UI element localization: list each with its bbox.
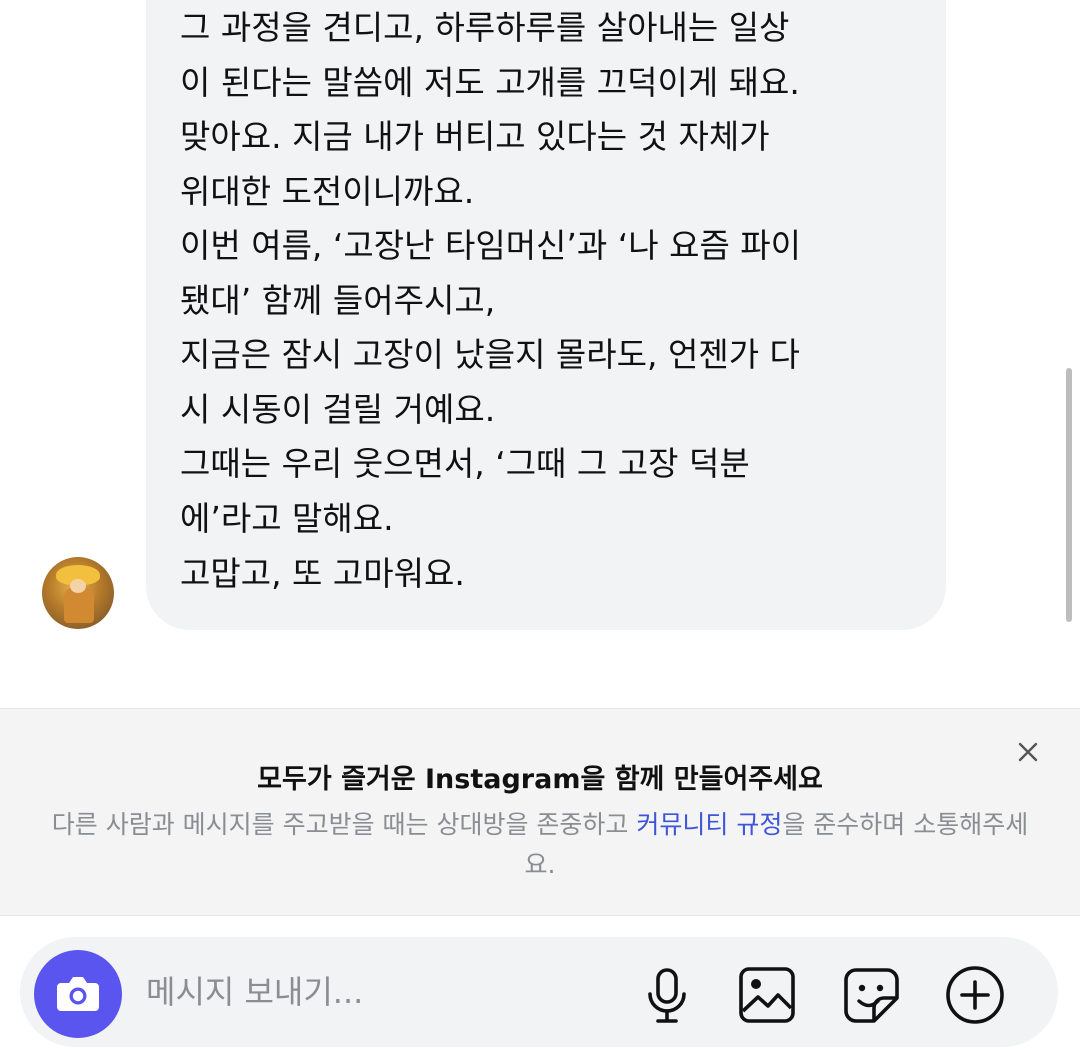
camera-icon <box>57 977 99 1011</box>
message-line: 위대한 도전이니까요. <box>180 172 475 211</box>
scrollbar[interactable] <box>1066 368 1072 622</box>
message-line: 시 시동이 걸릴 거예요. <box>180 390 496 429</box>
message-line: 그 과정을 견디고, 하루하루를 살아내는 일상 <box>180 8 790 47</box>
notice-body: 다른 사람과 메시지를 주고받을 때는 상대방을 존중하고 커뮤니티 규정을 준… <box>50 805 1030 885</box>
camera-button[interactable] <box>34 950 122 1038</box>
close-icon[interactable] <box>1012 736 1044 768</box>
message-line: 고맙고, 또 고마워요. <box>180 554 465 593</box>
microphone-icon[interactable] <box>636 964 698 1026</box>
message-line: 에’라고 말해요. <box>180 499 394 538</box>
message-line: 지금은 잠시 고장이 났을지 몰라도, 언젠가 다 <box>180 335 800 374</box>
image-icon[interactable] <box>736 964 798 1026</box>
message-input[interactable] <box>146 968 606 1016</box>
plus-circle-icon[interactable] <box>944 964 1006 1026</box>
dm-thread: 그 과정을 견디고, 하루하루를 살아내는 일상 이 된다는 말씀에 저도 고개… <box>0 0 1080 1050</box>
notice-text: 다른 사람과 메시지를 주고받을 때는 상대방을 존중하고 <box>51 810 637 839</box>
message-line: 이 된다는 말씀에 저도 고개를 끄덕이게 돼요. <box>180 63 800 102</box>
sender-avatar[interactable] <box>42 557 114 629</box>
avatar-face-shape <box>70 579 86 593</box>
community-guidelines-link[interactable]: 커뮤니티 규정 <box>636 810 782 839</box>
message-line: 됐대’ 함께 들어주시고, <box>180 281 496 320</box>
message-line: 맞아요. 지금 내가 버티고 있다는 것 자체가 <box>180 117 770 156</box>
community-notice-banner: 모두가 즐거운 Instagram을 함께 만들어주세요 다른 사람과 메시지를… <box>0 708 1080 916</box>
notice-title: 모두가 즐거운 Instagram을 함께 만들어주세요 <box>257 764 823 795</box>
message-line: 그때는 우리 웃으면서, ‘그때 그 고장 덕분 <box>180 444 750 483</box>
sticker-icon[interactable] <box>840 964 902 1026</box>
message-line: 이번 여름, ‘고장난 타임머신’과 ‘나 요즘 파이 <box>180 226 802 265</box>
